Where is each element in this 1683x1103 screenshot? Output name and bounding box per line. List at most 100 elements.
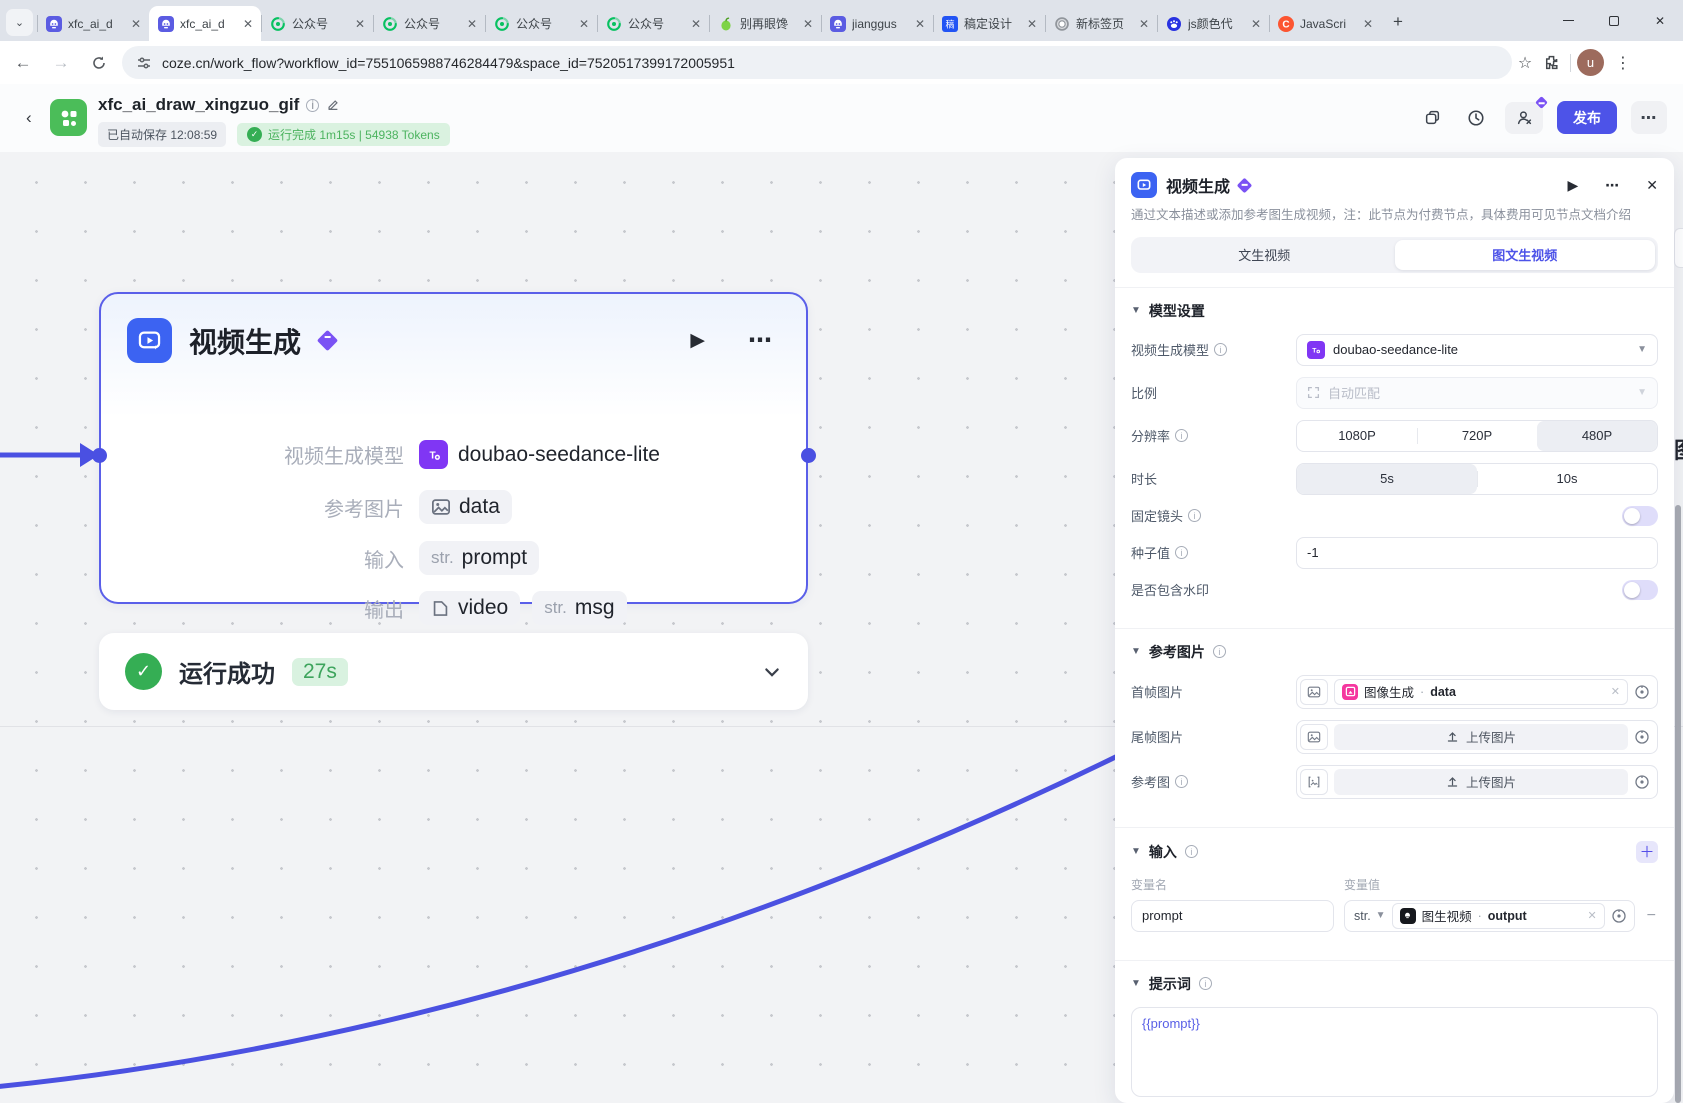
edit-title-icon[interactable] — [326, 98, 340, 112]
address-bar[interactable]: coze.cn/work_flow?workflow_id=7551065988… — [122, 46, 1512, 79]
variable-ref-icon[interactable] — [1634, 729, 1650, 745]
variable-name-input[interactable] — [1131, 899, 1334, 932]
run-node-icon[interactable]: ▶ — [1567, 177, 1578, 194]
video-generate-node[interactable]: 视频生成 ▶ ⋯ 视频生成模型 T doubao-seedance-lite 参… — [99, 292, 808, 625]
upload-image-button[interactable]: 上传图片 — [1334, 768, 1628, 795]
browser-tab[interactable]: 新标签页 ✕ — [1045, 6, 1157, 41]
image-picker-button[interactable] — [1300, 723, 1328, 750]
resolution-480p[interactable]: 480P — [1537, 420, 1657, 451]
panel-close-icon[interactable]: ✕ — [1646, 177, 1658, 194]
tab-close-icon[interactable]: ✕ — [353, 17, 367, 31]
info-icon[interactable]: i — [1175, 775, 1189, 788]
chevron-down-icon[interactable]: ▼ — [1131, 646, 1141, 657]
info-icon[interactable]: i — [1175, 546, 1189, 559]
node-output-port[interactable] — [801, 448, 816, 463]
node-input-port[interactable] — [92, 448, 107, 463]
browser-tab[interactable]: jianggus ✕ — [821, 6, 933, 41]
node-more-icon[interactable]: ⋯ — [748, 326, 774, 355]
resolution-1080p[interactable]: 1080P — [1297, 421, 1417, 451]
type-select[interactable]: str. ▼ — [1354, 909, 1386, 923]
output-msg-chip[interactable]: str. msg — [532, 591, 627, 625]
info-icon[interactable]: i — [306, 98, 320, 112]
info-icon[interactable]: i — [1198, 977, 1212, 990]
close-window-button[interactable]: ✕ — [1637, 0, 1683, 41]
expand-chevron-icon[interactable] — [762, 662, 782, 682]
duplicate-button[interactable] — [1417, 103, 1447, 133]
browser-tab-active[interactable]: xfc_ai_d ✕ — [149, 6, 261, 41]
tab-close-icon[interactable]: ✕ — [465, 17, 479, 31]
tab-close-icon[interactable]: ✕ — [801, 17, 815, 31]
info-icon[interactable]: i — [1188, 509, 1202, 522]
variable-ref-icon[interactable] — [1634, 684, 1650, 700]
site-settings-icon[interactable] — [136, 55, 152, 71]
clear-icon[interactable]: ✕ — [1611, 685, 1620, 698]
resolution-720p[interactable]: 720P — [1417, 421, 1537, 451]
maximize-button[interactable] — [1591, 0, 1637, 41]
reload-button[interactable] — [84, 48, 114, 78]
info-icon[interactable]: i — [1212, 645, 1226, 658]
forward-button[interactable]: → — [46, 48, 76, 78]
tab-close-icon[interactable]: ✕ — [913, 17, 927, 31]
clear-icon[interactable]: ✕ — [1587, 909, 1596, 922]
browser-tab[interactable]: 稿 稿定设计 ✕ — [933, 6, 1045, 41]
panel-more-icon[interactable]: ⋯ — [1605, 177, 1619, 194]
info-icon[interactable]: i — [1175, 429, 1189, 442]
browser-tab[interactable]: C JavaScri ✕ — [1269, 6, 1381, 41]
tab-close-icon[interactable]: ✕ — [241, 17, 255, 31]
profile-avatar[interactable]: u — [1577, 49, 1604, 76]
variable-value-chip[interactable]: 图生视频 · output ✕ — [1391, 902, 1605, 929]
chevron-down-icon[interactable]: ▼ — [1131, 305, 1141, 316]
input-var-chip[interactable]: str. prompt — [419, 541, 540, 575]
first-frame-value-chip[interactable]: 图像生成 · data ✕ — [1334, 678, 1628, 705]
tab-close-icon[interactable]: ✕ — [577, 17, 591, 31]
tab-image-to-video[interactable]: 图文生视频 — [1394, 239, 1655, 270]
watermark-toggle[interactable] — [1622, 579, 1658, 600]
fixed-camera-toggle[interactable] — [1622, 505, 1658, 526]
back-to-workflows-button[interactable]: ‹ — [26, 108, 32, 128]
info-icon[interactable]: i — [1214, 343, 1228, 356]
browser-tab[interactable]: js颜色代 ✕ — [1157, 6, 1269, 41]
browser-tab[interactable]: 公众号 ✕ — [597, 6, 709, 41]
collaboration-button[interactable] — [1505, 95, 1548, 134]
duration-5s[interactable]: 5s — [1297, 463, 1477, 494]
run-result-card[interactable]: ✓ 运行成功 27s — [99, 633, 808, 710]
tab-text-to-video[interactable]: 文生视频 — [1134, 240, 1395, 270]
page-scrollbar[interactable] — [1675, 505, 1681, 1103]
history-button[interactable] — [1461, 103, 1491, 133]
image-picker-button[interactable] — [1300, 768, 1328, 795]
new-tab-button[interactable]: + — [1385, 9, 1411, 35]
run-status-badge[interactable]: ✓ 运行完成 1m15s | 54938 Tokens — [237, 123, 450, 146]
prompt-textarea[interactable]: {{prompt}} — [1131, 1006, 1658, 1097]
ratio-select[interactable]: 自动匹配 ▼ — [1296, 376, 1658, 409]
browser-menu-icon[interactable]: ⋮ — [1610, 50, 1636, 76]
image-picker-button[interactable] — [1300, 678, 1328, 705]
bookmark-star-icon[interactable]: ☆ — [1512, 50, 1538, 76]
add-input-button[interactable]: ＋ — [1636, 840, 1658, 863]
back-button[interactable]: ← — [8, 48, 38, 78]
model-select[interactable]: T doubao-seedance-lite ▼ — [1296, 333, 1658, 366]
tab-search-button[interactable]: ⌄ — [6, 9, 33, 36]
tab-close-icon[interactable]: ✕ — [129, 17, 143, 31]
tab-close-icon[interactable]: ✕ — [1249, 17, 1263, 31]
publish-button[interactable]: 发布 — [1557, 101, 1617, 134]
output-video-chip[interactable]: video — [419, 591, 521, 625]
browser-tab[interactable]: xfc_ai_d ✕ — [37, 6, 149, 41]
browser-tab[interactable]: 别再眼馋 ✕ — [709, 6, 821, 41]
chevron-down-icon[interactable]: ▼ — [1131, 978, 1141, 989]
extensions-icon[interactable] — [1538, 50, 1564, 76]
info-icon[interactable]: i — [1184, 845, 1198, 858]
browser-tab[interactable]: 公众号 ✕ — [261, 6, 373, 41]
run-node-icon[interactable]: ▶ — [690, 329, 705, 352]
chevron-down-icon[interactable]: ▼ — [1131, 846, 1141, 857]
browser-tab[interactable]: 公众号 ✕ — [485, 6, 597, 41]
remove-row-button[interactable]: − — [1645, 907, 1658, 925]
minimize-button[interactable] — [1545, 0, 1591, 41]
seed-input[interactable] — [1296, 536, 1658, 569]
ref-image-chip[interactable]: data — [419, 490, 512, 524]
tab-close-icon[interactable]: ✕ — [1361, 17, 1375, 31]
duration-10s[interactable]: 10s — [1477, 464, 1657, 494]
header-more-button[interactable]: ⋯ — [1631, 101, 1667, 134]
browser-tab[interactable]: 公众号 ✕ — [373, 6, 485, 41]
variable-ref-icon[interactable] — [1611, 908, 1627, 924]
tab-close-icon[interactable]: ✕ — [1025, 17, 1039, 31]
